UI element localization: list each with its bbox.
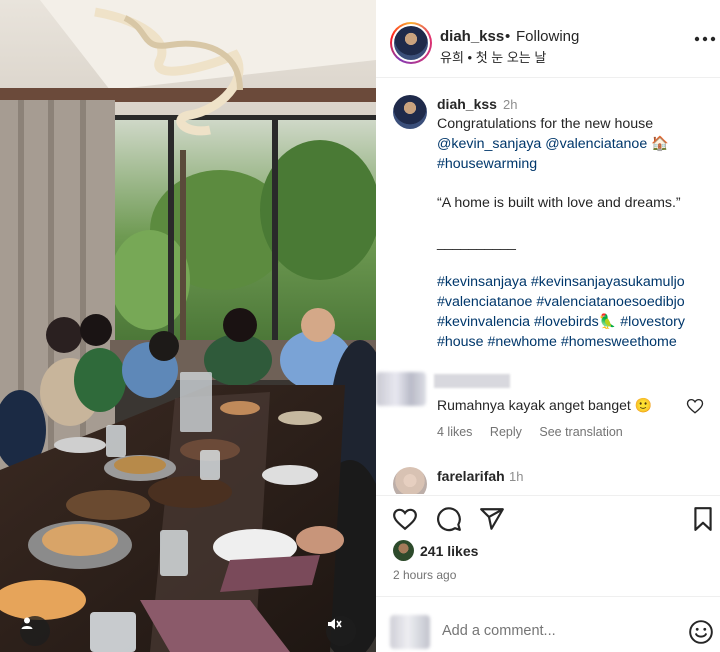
caption-line[interactable]: #valenciatanoe #valenciatanoesoedibjo — [437, 293, 717, 313]
caption-line — [437, 254, 717, 274]
comment: farelarifah 1h — [376, 464, 720, 494]
likes-count[interactable]: 241 likes — [420, 543, 478, 559]
heart-icon[interactable] — [392, 506, 418, 532]
separator-dot: • — [505, 28, 511, 45]
caption-line — [437, 214, 717, 234]
caption-line[interactable]: #house #newhome #homesweethome — [437, 333, 717, 353]
post-side-panel: diah_kss • Following 유희 • 첫 눈 오는 날 diah_… — [376, 0, 720, 652]
author-username[interactable]: diah_kss — [440, 28, 504, 45]
comment-meta: 4 likes Reply See translation — [437, 425, 637, 439]
user-tag-icon[interactable] — [20, 616, 50, 646]
post-header: diah_kss • Following 유희 • 첫 눈 오는 날 — [376, 0, 720, 78]
add-comment-bar — [376, 596, 720, 652]
comment-input[interactable] — [442, 623, 662, 639]
commenter-name-blurred[interactable] — [434, 374, 510, 388]
post-actions: 241 likes 2 hours ago — [376, 495, 720, 595]
more-options-icon[interactable] — [694, 36, 716, 42]
comment-text: Rumahnya kayak anget banget 🙂 — [437, 397, 653, 413]
caption-username[interactable]: diah_kss — [437, 96, 497, 112]
caption-time: 2h — [503, 97, 518, 112]
comment-likes[interactable]: 4 likes — [437, 425, 472, 439]
comment-icon[interactable] — [436, 506, 462, 532]
comment-time: 1h — [509, 469, 524, 484]
caption-line[interactable]: #kevinsanjaya #kevinsanjayasukamuljo — [437, 273, 717, 293]
commenter-username[interactable]: farelarifah — [437, 468, 505, 484]
post-media[interactable] — [0, 0, 376, 652]
commenter-avatar[interactable] — [393, 467, 427, 494]
caption-line: Congratulations for the new house — [437, 116, 654, 132]
commenter-avatar-blurred[interactable] — [376, 372, 426, 406]
caption-line: “A home is built with love and dreams.” — [437, 195, 681, 212]
caption-line[interactable]: @kevin_sanjaya @valenciatanoe 🏠 — [437, 135, 717, 155]
viewer-avatar-blurred — [390, 615, 430, 649]
comment-heart-icon[interactable] — [686, 397, 704, 415]
caption-text: Congratulations for the new house @kevin_… — [437, 115, 717, 353]
caption-line — [437, 174, 717, 194]
post-photo — [0, 0, 376, 652]
post-time-ago[interactable]: 2 hours ago — [393, 568, 456, 582]
bookmark-icon[interactable] — [690, 506, 716, 532]
see-translation-button[interactable]: See translation — [539, 425, 622, 439]
caption-avatar[interactable] — [393, 95, 427, 129]
liker-avatar[interactable] — [393, 540, 414, 561]
comments-area[interactable]: diah_kss 2h Congratulations for the new … — [376, 79, 720, 494]
audio-label[interactable]: 유희 • 첫 눈 오는 날 — [440, 47, 546, 66]
mute-icon[interactable] — [326, 616, 356, 646]
reply-button[interactable]: Reply — [490, 425, 522, 439]
caption-line[interactable]: #kevinvalencia #lovebirds🦜 #lovestory — [437, 313, 717, 333]
caption-line[interactable]: #housewarming — [437, 155, 717, 175]
comment: Rumahnya kayak anget banget 🙂 4 likes Re… — [376, 364, 720, 444]
share-icon[interactable] — [479, 506, 505, 532]
follow-status-button[interactable]: Following — [516, 28, 579, 45]
caption-line: __________ — [437, 234, 516, 251]
emoji-icon[interactable] — [688, 619, 714, 645]
author-avatar[interactable] — [390, 22, 432, 64]
